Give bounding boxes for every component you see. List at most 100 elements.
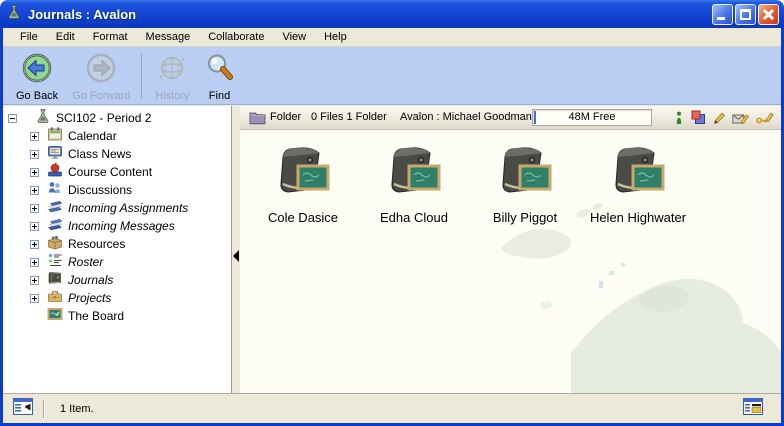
- folder-type-label: Folder: [270, 111, 301, 123]
- folder-header-bar: Folder 0 Files 1 Folder Avalon : Michael…: [240, 106, 781, 130]
- expand-expander-icon[interactable]: [30, 222, 39, 231]
- journal-label: Helen Highwater: [578, 210, 698, 225]
- menu-view[interactable]: View: [273, 29, 315, 46]
- tree-item-calendar[interactable]: Calendar: [3, 127, 231, 145]
- journal-board-icon: [274, 189, 332, 206]
- expand-expander-icon[interactable]: [30, 150, 39, 159]
- go-forward-icon: [85, 52, 117, 89]
- maximize-icon: [740, 9, 751, 20]
- menu-edit[interactable]: Edit: [47, 29, 84, 46]
- menu-message[interactable]: Message: [137, 29, 200, 46]
- window-title: Journals : Avalon: [28, 7, 710, 22]
- tree-item-roster[interactable]: Roster: [3, 253, 231, 271]
- tree-item-journals[interactable]: Journals: [3, 271, 231, 289]
- history-globe-icon: [156, 52, 188, 89]
- tree-item-incoming-assignments[interactable]: Incoming Assignments: [3, 199, 231, 217]
- find-button[interactable]: Find: [197, 50, 243, 104]
- titlebar[interactable]: Journals : Avalon: [0, 0, 784, 28]
- expand-expander-icon[interactable]: [30, 204, 39, 213]
- expand-expander-icon[interactable]: [30, 276, 39, 285]
- menu-collaborate[interactable]: Collaborate: [199, 29, 273, 46]
- tree-item-discussions[interactable]: Discussions: [3, 181, 231, 199]
- tree-item-label: Course Content: [68, 165, 152, 179]
- find-magnifier-icon: [204, 52, 236, 89]
- journal-item-edha-cloud[interactable]: Edha Cloud: [354, 144, 474, 225]
- menu-format[interactable]: Format: [84, 29, 137, 46]
- journal-label: Cole Dasice: [243, 210, 363, 225]
- menu-bar: File Edit Format Message Collaborate Vie…: [3, 28, 781, 47]
- course-tree: SCI102 - Period 2 Calendar Class News Co…: [3, 106, 232, 393]
- collapse-arrow-icon[interactable]: [233, 250, 239, 262]
- tree-item-label: Incoming Assignments: [68, 201, 188, 215]
- free-space-used-fill: [534, 111, 536, 124]
- tree-item-label: Incoming Messages: [68, 219, 175, 233]
- main-area: SCI102 - Period 2 Calendar Class News Co…: [3, 106, 781, 393]
- header-status-icons: [674, 110, 774, 130]
- pencil-icon[interactable]: [713, 111, 725, 130]
- journal-item-billy-piggot[interactable]: Billy Piggot: [465, 144, 585, 225]
- tree-item-label: Discussions: [68, 183, 132, 197]
- tree-item-the-board[interactable]: The Board: [3, 307, 231, 325]
- key-pencil-icon[interactable]: [756, 111, 774, 129]
- tree-item-label: Journals: [68, 273, 113, 287]
- history-button: History: [148, 50, 196, 104]
- tree-item-label: SCI102 - Period 2: [56, 111, 151, 125]
- expand-expander-icon[interactable]: [30, 132, 39, 141]
- toolbar-separator: [141, 53, 142, 99]
- free-space-meter: 48M Free: [532, 109, 652, 126]
- go-back-label: Go Back: [16, 90, 58, 102]
- tree-item-resources[interactable]: Resources: [3, 235, 231, 253]
- tree-item-label: Projects: [68, 291, 111, 305]
- expand-expander-icon[interactable]: [30, 168, 39, 177]
- mail-pencil-icon[interactable]: [732, 111, 749, 130]
- journal-label: Edha Cloud: [354, 210, 474, 225]
- folder-content: Cole Dasice Edha Cloud Billy Piggot: [240, 130, 781, 393]
- menu-file[interactable]: File: [11, 29, 47, 46]
- expand-expander-icon[interactable]: [30, 186, 39, 195]
- menu-help[interactable]: Help: [315, 29, 356, 46]
- tree-item-projects[interactable]: Projects: [3, 289, 231, 307]
- tree-item-course-content[interactable]: Course Content: [3, 163, 231, 181]
- tree-item-label: Roster: [68, 255, 103, 269]
- expand-expander-icon[interactable]: [30, 294, 39, 303]
- tree-item-sci102[interactable]: SCI102 - Period 2: [3, 109, 231, 127]
- history-label: History: [155, 90, 189, 102]
- client-area: File Edit Format Message Collaborate Vie…: [3, 28, 781, 423]
- close-button[interactable]: [758, 4, 779, 25]
- person-icon[interactable]: [674, 111, 684, 130]
- layout-panel-icon[interactable]: [743, 398, 763, 420]
- overlap-squares-icon[interactable]: [691, 110, 706, 130]
- expand-expander-icon[interactable]: [30, 258, 39, 267]
- chalkboard-icon: [47, 306, 63, 327]
- journal-board-icon: [609, 189, 667, 206]
- journal-board-icon: [385, 189, 443, 206]
- collapse-panel-icon[interactable]: [13, 398, 33, 420]
- item-count-text: 1 Item.: [60, 403, 743, 415]
- server-account-label: Avalon : Michael Goodman: [400, 111, 532, 123]
- tree-item-class-news[interactable]: Class News: [3, 145, 231, 163]
- folder-icon: [249, 110, 266, 130]
- app-window: Journals : Avalon File Edit Format Messa…: [0, 0, 784, 426]
- go-forward-label: Go Forward: [72, 90, 130, 102]
- tree-item-incoming-messages[interactable]: Incoming Messages: [3, 217, 231, 235]
- go-forward-button: Go Forward: [65, 50, 137, 104]
- tree-item-label: Resources: [68, 237, 125, 251]
- file-folder-counts: 0 Files 1 Folder: [311, 111, 387, 123]
- journal-item-helen-highwater[interactable]: Helen Highwater: [578, 144, 698, 225]
- go-back-icon: [21, 52, 53, 89]
- tree-item-label: The Board: [68, 309, 124, 323]
- find-label: Find: [209, 90, 230, 102]
- tree-item-label: Calendar: [68, 129, 117, 143]
- statusbar-separator: [43, 400, 44, 418]
- journal-item-cole-dasice[interactable]: Cole Dasice: [243, 144, 363, 225]
- maximize-button[interactable]: [735, 4, 756, 25]
- journal-board-icon: [496, 189, 554, 206]
- tree-item-label: Class News: [68, 147, 131, 161]
- minimize-button[interactable]: [712, 4, 733, 25]
- panel-splitter[interactable]: [232, 106, 240, 393]
- go-back-button[interactable]: Go Back: [9, 50, 65, 104]
- toolbar: Go Back Go Forward History Find: [3, 47, 781, 105]
- collapse-expander-icon[interactable]: [8, 114, 17, 123]
- expand-expander-icon[interactable]: [30, 240, 39, 249]
- free-space-label: 48M Free: [533, 110, 651, 125]
